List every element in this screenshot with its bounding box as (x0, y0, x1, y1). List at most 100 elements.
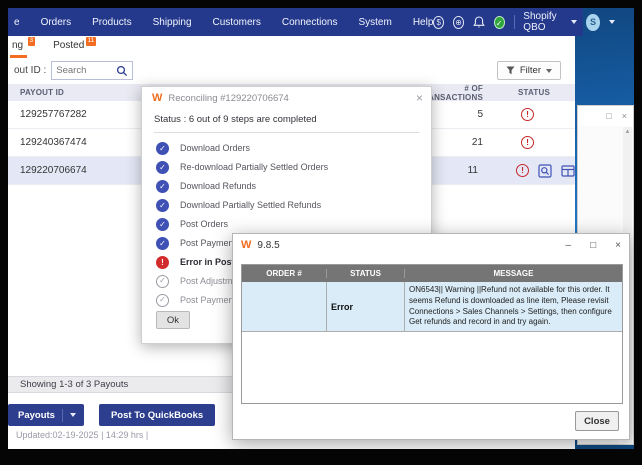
filter-button-label: Filter (520, 65, 541, 76)
chevron-down-icon (571, 20, 577, 24)
error-status-icon[interactable]: ! (516, 164, 529, 177)
funnel-icon (506, 66, 515, 75)
notifications-bell-icon[interactable] (473, 16, 485, 29)
post-to-quickbooks-button[interactable]: Post To QuickBooks (99, 404, 215, 426)
menu-item-products[interactable]: Products (92, 17, 131, 28)
account-chevron-down-icon[interactable] (609, 20, 615, 24)
search-input[interactable] (52, 65, 116, 76)
message-cell: ON6543|| Warning ||Refund not available … (405, 282, 622, 331)
col-status: STATUS (327, 269, 405, 278)
menu-items: e Orders Products Shipping Customers Con… (8, 17, 433, 28)
menu-item-system[interactable]: System (358, 17, 391, 28)
error-dialog-title: 9.8.5 (257, 240, 279, 251)
step-label: Re-download Partially Settled Orders (180, 162, 328, 172)
col-order: ORDER # (242, 269, 327, 278)
store-selector-label: Shopify QBO (523, 11, 567, 33)
col-status[interactable]: STATUS (493, 88, 575, 97)
menu-item-home-partial[interactable]: e (14, 17, 20, 28)
status-cell: ! (488, 164, 575, 178)
menu-item-customers[interactable]: Customers (213, 17, 261, 28)
view-details-icon[interactable] (538, 164, 552, 178)
store-selector[interactable]: Shopify QBO (523, 11, 577, 33)
tab-posted-badge: 11 (86, 37, 97, 46)
showing-count: Showing 1-3 of 3 Payouts (20, 379, 128, 390)
status-cell: ! (493, 108, 575, 121)
step-label: Post Orders (180, 219, 228, 229)
error-table-header: ORDER # STATUS MESSAGE (242, 265, 622, 282)
payouts-button-label: Payouts (18, 410, 55, 421)
action-buttons: Payouts Post To QuickBooks (8, 404, 215, 426)
step-done-icon: ✓ (156, 161, 169, 174)
reconcile-dialog-titlebar: W Reconciling #129220706674 (152, 93, 289, 104)
error-dialog: W 9.8.5 – □ × ORDER # STATUS MESSAGE Err… (232, 233, 630, 440)
tab-pending-badge: 3 (28, 37, 36, 46)
step-done-icon: ✓ (156, 237, 169, 250)
step-done-icon: ✓ (156, 218, 169, 231)
col-message: MESSAGE (405, 269, 622, 278)
error-dialog-titlebar[interactable]: W 9.8.5 – □ × (233, 234, 629, 257)
payouts-dropdown-button[interactable]: Payouts (8, 404, 84, 426)
step-label: Download Refunds (180, 181, 256, 191)
app-menubar: e Orders Products Shipping Customers Con… (8, 8, 583, 36)
filter-button[interactable]: Filter (497, 61, 561, 80)
tab-pending[interactable]: ng 3 (10, 39, 27, 58)
export-table-icon[interactable] (561, 164, 575, 178)
error-status-icon[interactable]: ! (521, 136, 534, 149)
status-cell: ! (493, 136, 575, 149)
divider (514, 15, 515, 29)
divider (154, 132, 419, 133)
close-icon[interactable]: × (416, 91, 423, 105)
filter-chevron-down-icon (546, 69, 552, 73)
window-controls: – □ × (566, 240, 621, 251)
search-icon[interactable] (116, 65, 128, 77)
divider (62, 409, 63, 422)
search-box (51, 61, 133, 80)
step-pending-icon: ✓ (156, 275, 169, 288)
background-window-titlebar: □ × (578, 106, 633, 126)
error-status-icon[interactable]: ! (521, 108, 534, 121)
menu-item-orders[interactable]: Orders (41, 17, 72, 28)
error-table: ORDER # STATUS MESSAGE Error ON6543|| Wa… (241, 264, 623, 404)
tab-posted[interactable]: Posted 11 (51, 39, 88, 55)
avatar[interactable]: S (586, 14, 599, 31)
close-icon[interactable]: × (615, 240, 621, 251)
reconcile-dialog-title: Reconciling #129220706674 (168, 93, 288, 104)
search-toolbar: out ID : Filter (8, 57, 575, 84)
globe-icon[interactable]: ⊕ (453, 16, 464, 29)
menu-item-help[interactable]: Help (413, 17, 434, 28)
error-table-row[interactable]: Error ON6543|| Warning ||Refund not avai… (242, 282, 622, 332)
maximize-icon[interactable]: □ (606, 111, 611, 121)
scheduler-status-icon[interactable]: ✓ (494, 16, 505, 29)
step-download-orders: ✓ Download Orders (156, 141, 250, 155)
payouts-chevron-down-icon (70, 413, 76, 417)
payout-id-label: out ID : (14, 65, 46, 76)
app-logo-icon: W (152, 93, 162, 104)
minimize-icon[interactable]: – (566, 240, 572, 251)
step-post-payments: ✓ Post Payments (156, 236, 241, 250)
scroll-up-icon[interactable]: ▴ (623, 127, 632, 137)
last-updated-text: Updated:02-19-2025 | 14:29 hrs | (16, 430, 148, 440)
step-done-icon: ✓ (156, 199, 169, 212)
billing-icon[interactable]: $ (433, 16, 444, 29)
desktop-background: □ × ▴ ▾ e Orders Products Shipping Custo… (8, 8, 634, 449)
step-pending-icon: ✓ (156, 294, 169, 307)
step-redownload-partial-orders: ✓ Re-download Partially Settled Orders (156, 160, 328, 174)
status-cell: Error (327, 282, 405, 331)
maximize-icon[interactable]: □ (590, 240, 596, 251)
ok-button[interactable]: Ok (156, 311, 190, 329)
order-cell (242, 282, 327, 331)
reconcile-status-text: Status : 6 out of 9 steps are completed (154, 114, 317, 125)
screenshot-frame: □ × ▴ ▾ e Orders Products Shipping Custo… (0, 0, 642, 465)
menubar-right: $ ⊕ ✓ Shopify QBO S (433, 11, 618, 33)
step-done-icon: ✓ (156, 180, 169, 193)
menu-item-shipping[interactable]: Shipping (153, 17, 192, 28)
step-label: Download Partially Settled Refunds (180, 200, 321, 210)
step-done-icon: ✓ (156, 142, 169, 155)
tab-bar: ng 3 Posted 11 (8, 36, 575, 57)
tab-pending-label: ng (12, 40, 23, 51)
step-post-orders: ✓ Post Orders (156, 217, 228, 231)
close-button[interactable]: Close (575, 411, 619, 431)
close-icon[interactable]: × (622, 111, 627, 121)
menu-item-connections[interactable]: Connections (282, 17, 338, 28)
tab-posted-label: Posted (53, 40, 84, 51)
